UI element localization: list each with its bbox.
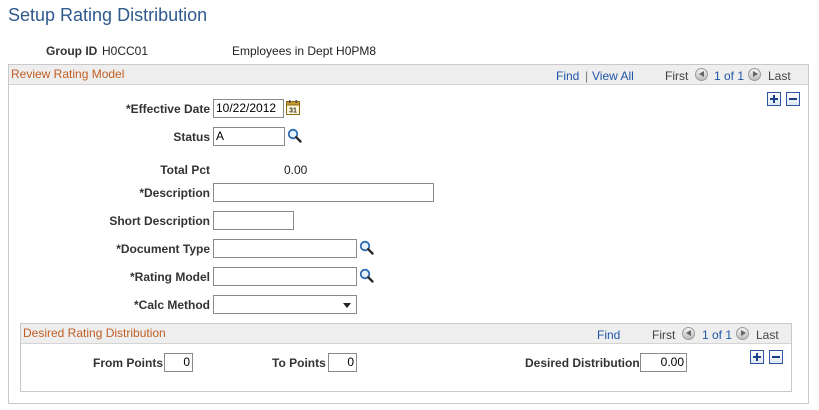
from-points-label: From Points xyxy=(93,356,164,370)
calendar-icon[interactable]: 31 xyxy=(286,100,300,115)
distribution-panel-title: Desired Rating Distribution xyxy=(23,326,166,340)
short-description-input[interactable] xyxy=(213,211,294,230)
distribution-panel-header: Desired Rating Distribution Find First 1… xyxy=(21,324,791,344)
total-pct-label: Total Pct xyxy=(160,163,210,177)
group-id-value: H0CC01 xyxy=(102,44,149,58)
previous-arrow-icon[interactable] xyxy=(695,68,708,81)
group-id-label: Group ID xyxy=(46,44,98,58)
review-panel-title: Review Rating Model xyxy=(11,67,125,81)
calc-method-label: *Calc Method xyxy=(133,298,210,312)
rating-model-label: *Rating Model xyxy=(130,270,210,284)
magnifier-icon[interactable] xyxy=(359,268,375,284)
delete-row-button[interactable] xyxy=(786,92,800,106)
group-description: Employees in Dept H0PM8 xyxy=(232,44,377,58)
first-label: First xyxy=(665,69,689,83)
description-label: *Description xyxy=(139,186,210,200)
previous-arrow-icon[interactable] xyxy=(682,327,695,340)
to-points-label: To Points xyxy=(272,356,326,370)
total-pct-value: 0.00 xyxy=(284,163,308,177)
desired-distribution-label: Desired Distribution xyxy=(525,356,640,370)
effective-date-label: *Effective Date xyxy=(125,102,210,116)
next-arrow-icon[interactable] xyxy=(748,68,761,81)
review-panel-header: Review Rating Model Find | View All Firs… xyxy=(9,65,808,85)
to-points-input[interactable]: 0 xyxy=(328,353,357,372)
next-arrow-icon[interactable] xyxy=(736,327,749,340)
description-input[interactable] xyxy=(213,183,434,202)
svg-text:31: 31 xyxy=(289,108,297,115)
delete-distribution-row-button[interactable] xyxy=(769,350,783,364)
distribution-first-label: First xyxy=(652,328,676,342)
row-range: 1 of 1 xyxy=(714,69,745,83)
calc-method-select[interactable] xyxy=(213,295,357,314)
distribution-last-label: Last xyxy=(756,328,779,342)
from-points-input[interactable]: 0 xyxy=(164,353,193,372)
last-label: Last xyxy=(768,69,791,83)
magnifier-icon[interactable] xyxy=(287,128,303,144)
distribution-find-link[interactable]: Find xyxy=(597,328,620,342)
link-separator: | xyxy=(585,69,589,83)
find-link[interactable]: Find xyxy=(556,69,579,83)
chevron-down-icon xyxy=(343,303,351,308)
document-type-label: *Document Type xyxy=(116,242,210,256)
page-title: Setup Rating Distribution xyxy=(8,5,208,25)
add-row-button[interactable] xyxy=(767,92,781,106)
short-description-label: Short Description xyxy=(109,214,210,228)
desired-distribution-input[interactable]: 0.00 xyxy=(640,353,687,372)
distribution-row-range: 1 of 1 xyxy=(702,328,733,342)
effective-date-input[interactable]: 10/22/2012 xyxy=(213,99,284,118)
rating-model-input[interactable] xyxy=(213,267,357,286)
magnifier-icon[interactable] xyxy=(359,240,375,256)
document-type-input[interactable] xyxy=(213,239,357,258)
status-input[interactable]: A xyxy=(213,127,285,146)
view-all-link[interactable]: View All xyxy=(592,69,634,83)
status-label: Status xyxy=(173,130,210,144)
add-distribution-row-button[interactable] xyxy=(750,350,764,364)
